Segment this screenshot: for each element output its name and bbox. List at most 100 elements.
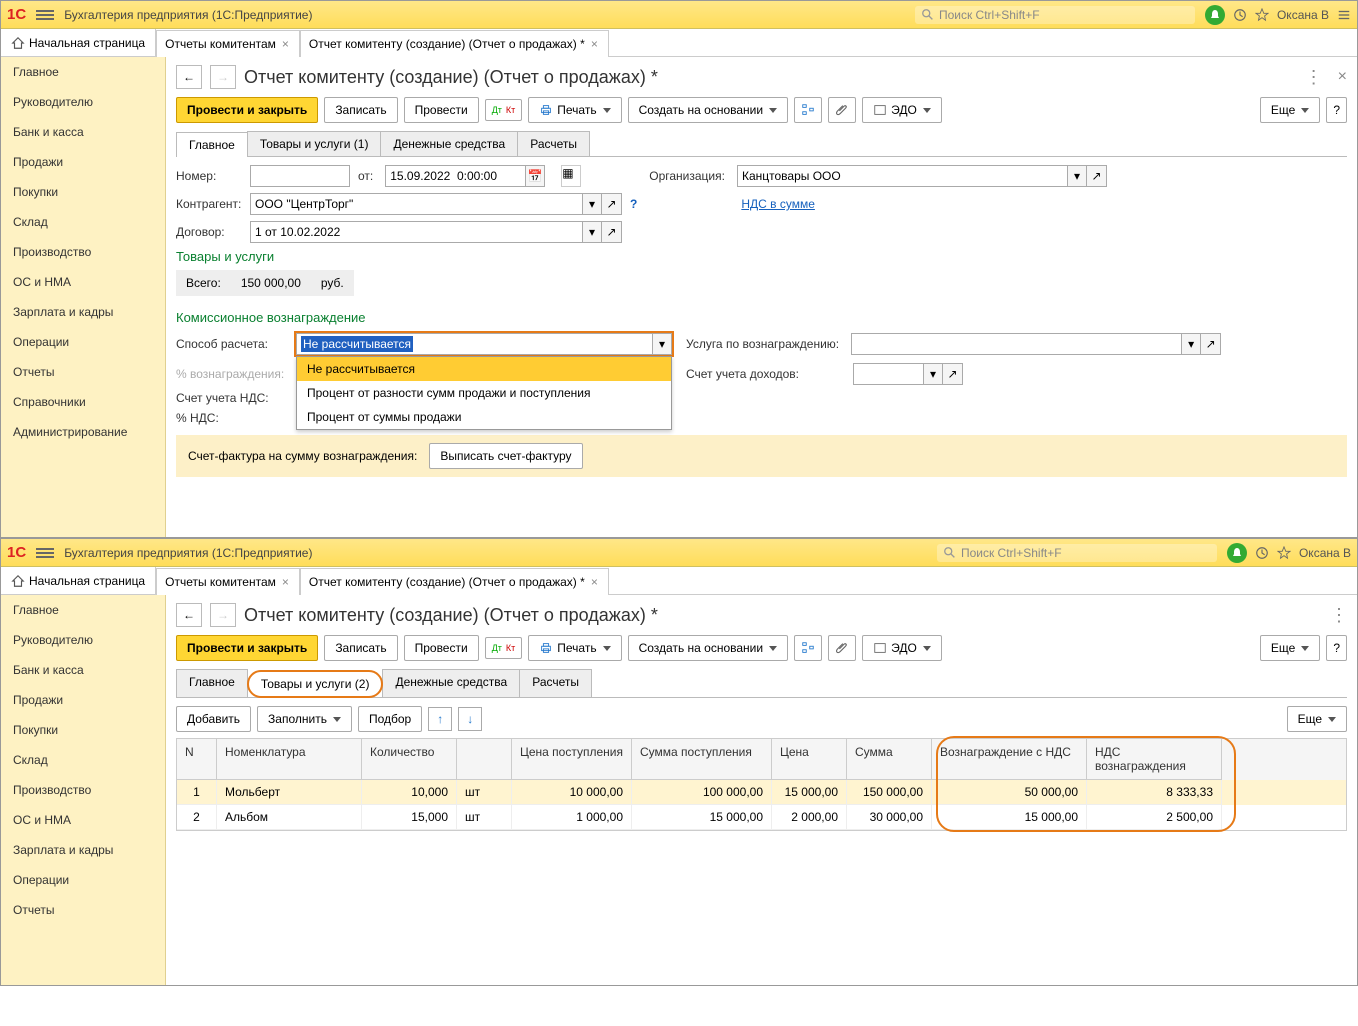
sidebar-item[interactable]: Операции xyxy=(1,865,165,895)
dtkt-button[interactable]: ДтКт xyxy=(485,99,523,121)
print-button[interactable]: Печать xyxy=(528,635,621,661)
table-row[interactable]: 1 Мольберт 10,000 шт 10 000,00 100 000,0… xyxy=(177,780,1346,805)
sidebar-item[interactable]: Отчеты xyxy=(1,357,165,387)
counterparty-input[interactable] xyxy=(250,193,582,215)
select-button[interactable]: Подбор xyxy=(358,706,422,732)
close-icon[interactable]: × xyxy=(1338,68,1347,86)
history-icon[interactable] xyxy=(1233,8,1247,22)
inner-tab-goods[interactable]: Товары и услуги (1) xyxy=(247,131,382,156)
inner-tab-calc[interactable]: Расчеты xyxy=(519,669,592,697)
close-icon[interactable]: × xyxy=(280,37,291,51)
home-tab[interactable]: Начальная страница xyxy=(1,567,156,594)
open-icon[interactable]: ↗ xyxy=(602,221,622,243)
back-button[interactable]: ← xyxy=(176,65,202,89)
fill-button[interactable]: Заполнить xyxy=(257,706,352,732)
structure-button[interactable] xyxy=(794,635,822,661)
calc-method-dropdown[interactable]: Не рассчитывается ▾ Не рассчитывается Пр… xyxy=(294,331,674,357)
help-button[interactable]: ? xyxy=(1326,635,1347,661)
doc-tab-1[interactable]: Отчеты комитентам × xyxy=(156,568,300,595)
menu-icon[interactable] xyxy=(36,546,54,560)
sidebar-item[interactable]: ОС и НМА xyxy=(1,267,165,297)
move-down-button[interactable]: ↓ xyxy=(458,707,482,731)
sidebar-item[interactable]: Зарплата и кадры xyxy=(1,835,165,865)
more-button[interactable]: Еще xyxy=(1260,97,1320,123)
table-row[interactable]: 2 Альбом 15,000 шт 1 000,00 15 000,00 2 … xyxy=(177,805,1346,830)
sidebar-item[interactable]: Операции xyxy=(1,327,165,357)
help-button[interactable]: ? xyxy=(1326,97,1347,123)
open-icon[interactable]: ↗ xyxy=(1201,333,1221,355)
close-icon[interactable]: × xyxy=(589,37,600,51)
sidebar-item[interactable]: Продажи xyxy=(1,685,165,715)
attach-button[interactable] xyxy=(828,97,856,123)
close-icon[interactable]: × xyxy=(280,575,291,589)
sidebar-item[interactable]: Главное xyxy=(1,595,165,625)
open-icon[interactable]: ↗ xyxy=(602,193,622,215)
calc-option-2[interactable]: Процент от суммы продажи xyxy=(297,405,671,429)
print-button[interactable]: Печать xyxy=(528,97,621,123)
search-input[interactable]: Поиск Ctrl+Shift+F xyxy=(915,6,1195,24)
nds-link[interactable]: НДС в сумме xyxy=(741,197,815,211)
sidebar-item[interactable]: Главное xyxy=(1,57,165,87)
kebab-icon[interactable]: ⋮ xyxy=(1305,67,1322,88)
kebab-icon[interactable]: ⋮ xyxy=(1330,605,1347,626)
sidebar-item[interactable]: Банк и касса xyxy=(1,655,165,685)
help-icon[interactable]: ? xyxy=(630,197,637,211)
add-button[interactable]: Добавить xyxy=(176,706,251,732)
post-close-button[interactable]: Провести и закрыть xyxy=(176,97,318,123)
move-up-button[interactable]: ↑ xyxy=(428,707,452,731)
open-icon[interactable]: ↗ xyxy=(1087,165,1107,187)
inner-tab-main[interactable]: Главное xyxy=(176,669,248,697)
create-based-button[interactable]: Создать на основании xyxy=(628,635,789,661)
calc-option-0[interactable]: Не рассчитывается xyxy=(297,357,671,381)
dropdown-icon[interactable]: ▾ xyxy=(923,363,943,385)
more-button[interactable]: Еще xyxy=(1287,706,1347,732)
user-name[interactable]: Оксана В xyxy=(1277,8,1329,22)
sidebar-item[interactable]: Администрирование xyxy=(1,417,165,447)
save-button[interactable]: Записать xyxy=(324,97,397,123)
inner-tab-main[interactable]: Главное xyxy=(176,132,248,157)
search-input[interactable]: Поиск Ctrl+Shift+F xyxy=(937,544,1217,562)
inner-tab-goods[interactable]: Товары и услуги (2) xyxy=(247,670,384,698)
sidebar-item[interactable]: Продажи xyxy=(1,147,165,177)
edo-button[interactable]: ЭДО xyxy=(862,635,942,661)
sidebar-item[interactable]: ОС и НМА xyxy=(1,805,165,835)
bell-icon[interactable] xyxy=(1227,543,1247,563)
sidebar-item[interactable]: Склад xyxy=(1,745,165,775)
sidebar-item[interactable]: Покупки xyxy=(1,715,165,745)
post-button[interactable]: Провести xyxy=(404,97,479,123)
calc-option-1[interactable]: Процент от разности сумм продажи и посту… xyxy=(297,381,671,405)
menu-icon[interactable] xyxy=(36,8,54,22)
number-input[interactable] xyxy=(250,165,350,187)
bell-icon[interactable] xyxy=(1205,5,1225,25)
post-button[interactable]: Провести xyxy=(404,635,479,661)
dropdown-icon[interactable]: ▾ xyxy=(582,193,602,215)
sidebar-item[interactable]: Покупки xyxy=(1,177,165,207)
service-input[interactable] xyxy=(851,333,1181,355)
star-icon[interactable] xyxy=(1255,8,1269,22)
inner-tab-calc[interactable]: Расчеты xyxy=(517,131,590,156)
calendar-icon[interactable]: 📅 xyxy=(525,165,545,187)
dropdown-icon[interactable]: ▾ xyxy=(1181,333,1201,355)
home-tab[interactable]: Начальная страница xyxy=(1,29,156,56)
sidebar-item[interactable]: Зарплата и кадры xyxy=(1,297,165,327)
doc-tab-1[interactable]: Отчеты комитентам × xyxy=(156,30,300,57)
dropdown-icon[interactable]: ▾ xyxy=(1067,165,1087,187)
more-button[interactable]: Еще xyxy=(1260,635,1320,661)
window-menu-icon[interactable] xyxy=(1337,8,1351,22)
doc-tab-2[interactable]: Отчет комитенту (создание) (Отчет о прод… xyxy=(300,30,609,57)
dropdown-icon[interactable]: ▾ xyxy=(582,221,602,243)
sidebar-item[interactable]: Производство xyxy=(1,775,165,805)
sidebar-item[interactable]: Банк и касса xyxy=(1,117,165,147)
save-button[interactable]: Записать xyxy=(324,635,397,661)
open-icon[interactable]: ↗ xyxy=(943,363,963,385)
inner-tab-money[interactable]: Денежные средства xyxy=(382,669,520,697)
dropdown-icon[interactable]: ▾ xyxy=(652,333,672,355)
back-button[interactable]: ← xyxy=(176,603,202,627)
income-acc-input[interactable] xyxy=(853,363,923,385)
sidebar-item[interactable]: Руководителю xyxy=(1,625,165,655)
date-input[interactable] xyxy=(385,165,525,187)
edo-button[interactable]: ЭДО xyxy=(862,97,942,123)
contract-input[interactable] xyxy=(250,221,582,243)
write-invoice-button[interactable]: Выписать счет-фактуру xyxy=(429,443,582,469)
inner-tab-money[interactable]: Денежные средства xyxy=(380,131,518,156)
